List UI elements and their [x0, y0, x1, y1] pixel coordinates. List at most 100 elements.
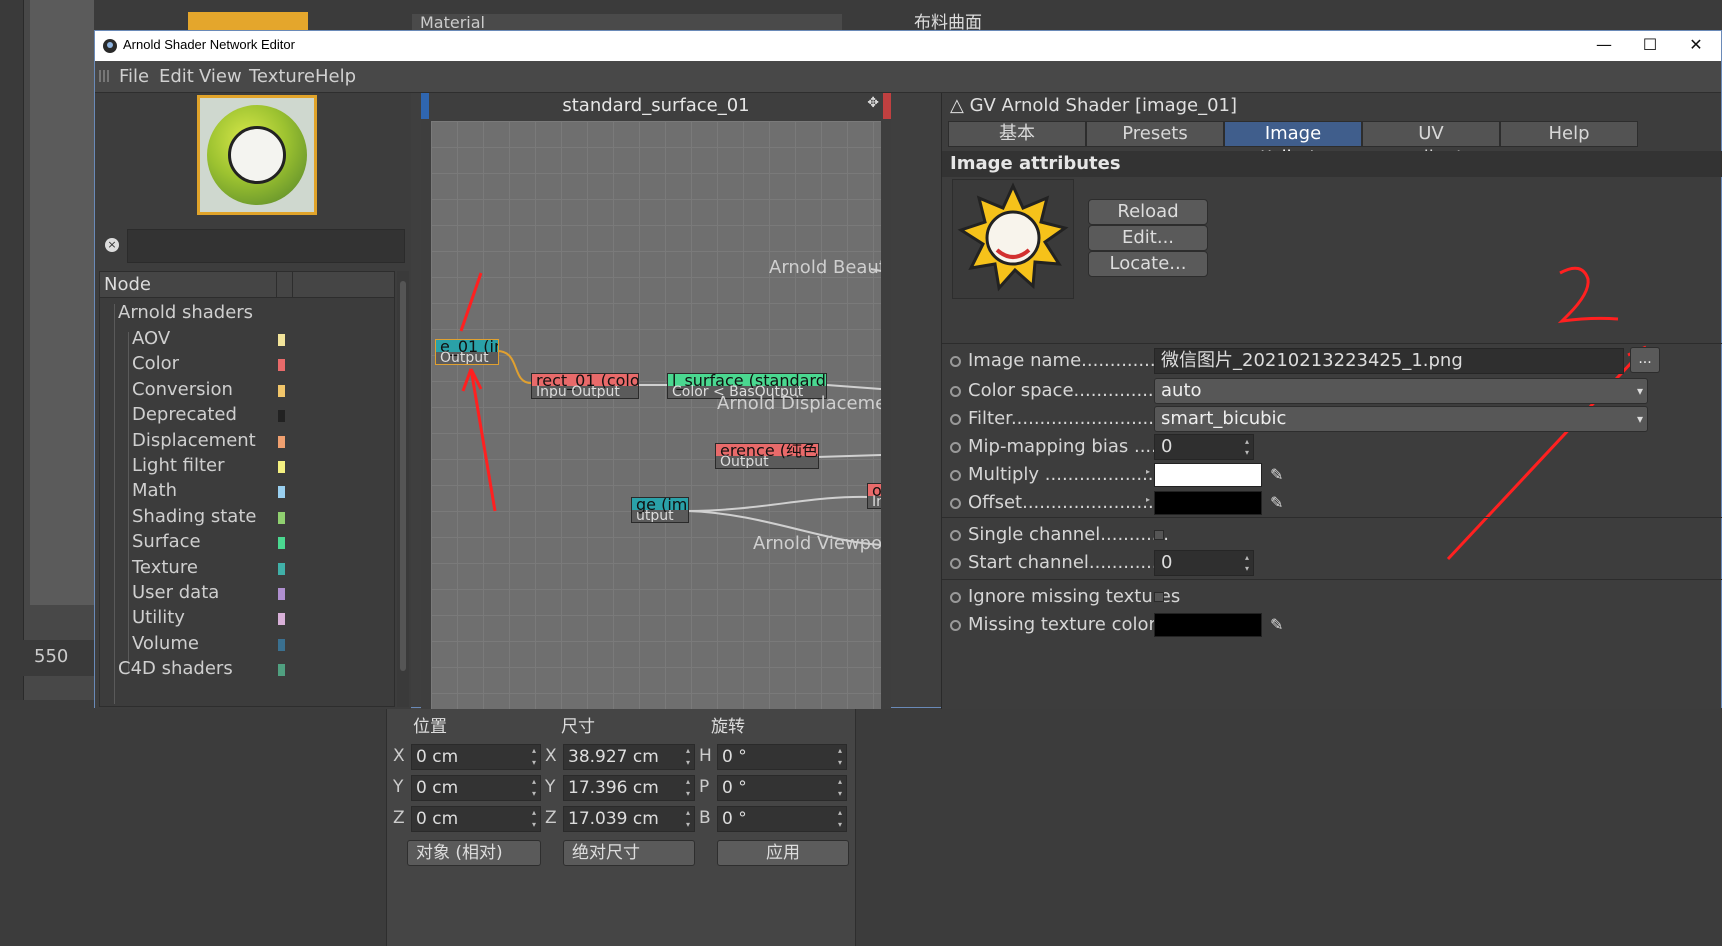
category-color-chip — [278, 588, 285, 600]
coordinate-mode-dropdown[interactable]: 对象 (相对) — [407, 840, 541, 866]
reference-node[interactable]: erence (纯色 Output — [715, 443, 819, 469]
size-z-field[interactable]: 17.039 cm — [563, 806, 695, 832]
axis-label-size-z: Z — [545, 808, 557, 828]
port-arnold-beauty[interactable]: Arnold Beauty — [769, 257, 881, 278]
node-graph-canvas[interactable]: e_01 (in Output rect_01 (colo Inpu Outpu… — [431, 121, 881, 709]
rotation-p-field[interactable]: 0 ° — [717, 775, 847, 801]
mip-mapping-bias-field[interactable]: 0 — [1154, 434, 1254, 460]
offset-color-swatch[interactable] — [1154, 491, 1262, 515]
node-column-header[interactable]: Node — [100, 272, 394, 298]
animate-dot-icon[interactable] — [950, 386, 961, 397]
filter-dropdown[interactable]: smart_bicubic — [1154, 406, 1648, 432]
port-arnold-displacement[interactable]: Arnold Displacement — [717, 393, 881, 414]
tree-item-c4d-shaders[interactable]: C4D shaders — [100, 656, 394, 682]
animate-dot-icon[interactable] — [950, 414, 961, 425]
menu-help[interactable]: Help — [315, 66, 356, 87]
color-space-dropdown[interactable]: auto — [1154, 378, 1648, 404]
app-logo-icon — [103, 39, 117, 53]
animate-dot-icon[interactable] — [950, 356, 961, 367]
node-search-input[interactable] — [127, 229, 405, 263]
tree-item-arnold-shaders[interactable]: Arnold shaders — [100, 300, 394, 326]
tree-item-volume[interactable]: Volume — [100, 631, 394, 657]
category-color-chip — [278, 410, 285, 423]
size-x-field[interactable]: 38.927 cm — [563, 744, 695, 770]
menu-file[interactable]: File — [119, 66, 149, 87]
category-color-chip — [278, 638, 285, 651]
annotation-arrow — [469, 368, 497, 512]
title-bar[interactable]: Arnold Shader Network Editor — ☐ ✕ — [95, 31, 1721, 61]
menu-texture[interactable]: Texture — [249, 66, 315, 87]
image-node[interactable]: e_01 (in Output — [435, 339, 499, 365]
category-color-chip — [278, 461, 285, 473]
animate-dot-icon[interactable] — [950, 620, 961, 631]
tree-item-displacement[interactable]: Displacement — [100, 428, 394, 454]
position-x-field[interactable]: 0 cm — [411, 744, 541, 770]
minimize-icon[interactable]: — — [1581, 31, 1627, 61]
single-channel-checkbox[interactable] — [1154, 530, 1164, 540]
position-y-field[interactable]: 0 cm — [411, 775, 541, 801]
animate-dot-icon[interactable] — [950, 470, 961, 481]
output-node[interactable]: ol In — [867, 483, 881, 509]
menu-view[interactable]: View — [199, 66, 242, 87]
tree-item-conversion[interactable]: Conversion — [100, 377, 394, 403]
animate-dot-icon[interactable] — [950, 498, 961, 509]
apply-button[interactable]: 应用 — [717, 840, 849, 866]
rotation-b-field[interactable]: 0 ° — [717, 806, 847, 832]
rotation-header: 旋转 — [711, 717, 745, 737]
navigate-arrows-icon[interactable]: ✥ — [867, 95, 879, 111]
mip-mapping-bias-label: Mip-mapping bias ..... — [968, 436, 1163, 457]
animate-dot-icon[interactable] — [950, 592, 961, 603]
animate-dot-icon[interactable] — [950, 442, 961, 453]
tree-item-label: Arnold shaders — [118, 302, 254, 323]
shader-icon: △ — [950, 95, 970, 116]
tab-help[interactable]: Help — [1500, 121, 1638, 147]
row-single-channel: Single channel............ — [942, 521, 1722, 549]
tree-item-utility[interactable]: Utility — [100, 605, 394, 631]
3d-viewport[interactable] — [30, 0, 94, 605]
coordinates-panel: 位置 尺寸 旋转 X Y Z 0 cm 0 cm 0 cm X Y Z 38.9… — [386, 706, 856, 946]
start-channel-field[interactable]: 0 — [1154, 550, 1254, 576]
category-color-chip — [278, 486, 285, 499]
eyedropper-icon[interactable]: ✎ — [1270, 615, 1290, 635]
ignore-missing-textures-checkbox[interactable] — [1154, 592, 1164, 602]
axis-label-x: X — [393, 746, 405, 766]
position-z-field[interactable]: 0 cm — [411, 806, 541, 832]
tree-item-deprecated[interactable]: Deprecated — [100, 402, 394, 428]
maximize-icon[interactable]: ☐ — [1627, 31, 1673, 61]
eyedropper-icon[interactable]: ✎ — [1270, 465, 1290, 485]
image-name-field[interactable]: 微信图片_20210213223425_1.png — [1154, 348, 1624, 374]
clear-search-icon[interactable]: × — [105, 238, 119, 252]
port-arnold-viewport[interactable]: Arnold Viewport — [753, 533, 881, 554]
start-channel-label: Start channel............... — [968, 552, 1175, 573]
tree-item-texture[interactable]: Texture — [100, 555, 394, 581]
close-icon[interactable]: ✕ — [1673, 31, 1719, 61]
animate-dot-icon[interactable] — [950, 530, 961, 541]
size-mode-dropdown[interactable]: 绝对尺寸 — [563, 840, 695, 866]
tab-presets[interactable]: Presets — [1086, 121, 1224, 147]
size-y-field[interactable]: 17.396 cm — [563, 775, 695, 801]
menu-edit[interactable]: Edit — [159, 66, 194, 87]
tree-item-surface[interactable]: Surface — [100, 529, 394, 555]
browse-file-button[interactable]: ... — [1630, 347, 1660, 373]
eyedropper-icon[interactable]: ✎ — [1270, 493, 1290, 513]
animate-dot-icon[interactable] — [950, 558, 961, 569]
reload-button[interactable]: Reload — [1088, 199, 1208, 225]
missing-texture-color-swatch[interactable] — [1154, 613, 1262, 637]
tree-item-math[interactable]: Math — [100, 478, 394, 504]
color-correct-node[interactable]: rect_01 (colo Inpu Output — [531, 373, 639, 399]
tree-item-shading-state[interactable]: Shading state — [100, 504, 394, 530]
edit-button[interactable]: Edit... — [1088, 225, 1208, 251]
image-node-2[interactable]: ge (im utput — [631, 497, 689, 523]
material-thumbnail[interactable] — [188, 12, 308, 30]
tree-item-aov[interactable]: AOV — [100, 326, 394, 352]
rotation-h-field[interactable]: 0 ° — [717, 744, 847, 770]
locate-button[interactable]: Locate... — [1088, 251, 1208, 277]
tree-item-color[interactable]: Color — [100, 351, 394, 377]
tree-item-user-data[interactable]: User data — [100, 580, 394, 606]
tab-uv-coordinates[interactable]: UV coordinates — [1362, 121, 1500, 168]
multiply-color-swatch[interactable] — [1154, 463, 1262, 487]
tab-basic[interactable]: 基本 — [948, 121, 1086, 147]
node-tree-scrollbar[interactable] — [397, 271, 409, 707]
tree-item-light-filter[interactable]: Light filter — [100, 453, 394, 479]
tab-image-attributes[interactable]: Image attributes — [1224, 121, 1362, 168]
